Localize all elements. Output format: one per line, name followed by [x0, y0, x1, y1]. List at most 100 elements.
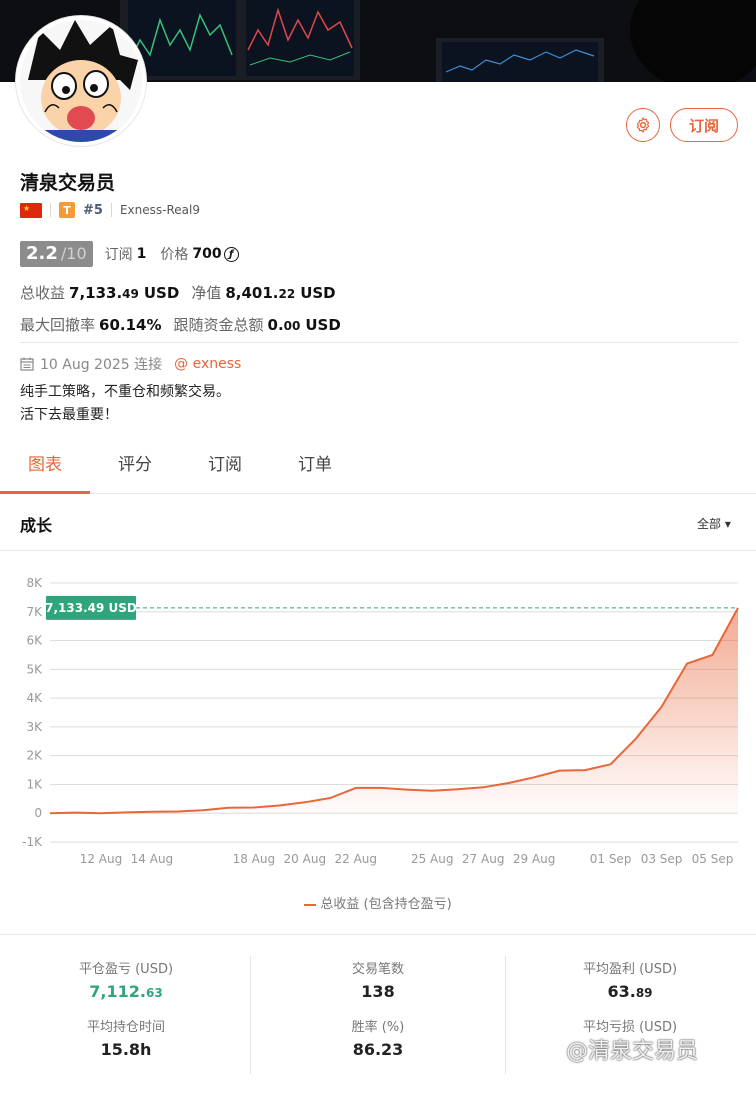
y-tick-label: -1K	[22, 835, 43, 849]
tab-subscription[interactable]: 订阅	[180, 444, 270, 493]
bio-line: 活下去最重要！	[20, 407, 118, 423]
tab-orders[interactable]: 订单	[270, 444, 360, 493]
legend-swatch	[304, 903, 317, 906]
chart-legend: 总收益 (包含持仓盈亏)	[0, 893, 756, 912]
stat-closed-pl: 平仓盈亏 (USD) 7,112.63	[0, 958, 252, 1001]
equity-label: 净值	[191, 284, 222, 302]
stat-label: 平仓盈亏 (USD)	[78, 962, 174, 977]
stat-value: 15.8h	[100, 1040, 152, 1059]
avatar[interactable]	[16, 16, 146, 146]
stat-value: 138	[361, 982, 395, 1001]
x-tick-label: 14 Aug	[131, 852, 174, 866]
profit-row: 总收益 7,133. 49 USD 净值 8,401. 22 USD	[20, 282, 336, 303]
tab-chart[interactable]: 图表	[0, 444, 90, 494]
current-value-label: 7,133.49 USD	[45, 601, 137, 615]
flag-star: ★	[23, 203, 31, 213]
bio-line: 纯手工策略，不重仓和频繁交易。	[20, 384, 230, 400]
gear-icon	[636, 117, 650, 133]
tag-divider	[110, 203, 112, 217]
y-tick-label: 2K	[26, 749, 43, 763]
x-tick-label: 27 Aug	[462, 852, 505, 866]
stat-int: 7,112.	[89, 982, 146, 1001]
price-value: 700	[192, 246, 222, 262]
total-profit-unit: USD	[143, 284, 180, 302]
score-max: /10	[60, 244, 87, 263]
total-profit-decimals: 49	[122, 287, 139, 301]
stat-trades: 交易笔数 138	[252, 958, 504, 1001]
stat-winrate: 胜率 (%) 86.23	[252, 1016, 504, 1059]
score-value: 2.2	[26, 243, 58, 264]
profile-divider	[20, 342, 738, 343]
connected-date: 10 Aug 2025 连接	[40, 357, 163, 373]
drawdown-label: 最大回撤率	[20, 316, 96, 334]
follow-funds-unit: USD	[305, 316, 341, 334]
y-tick-label: 0	[34, 806, 42, 820]
connected-since: 10 Aug 2025 连接 @ exness	[20, 354, 241, 374]
legend-label: 总收益 (包含持仓盈亏)	[320, 897, 452, 912]
range-dropdown[interactable]: 全部 ▾	[697, 515, 731, 532]
stat-label: 胜率 (%)	[351, 1020, 405, 1035]
x-tick-label: 01 Sep	[590, 852, 632, 866]
x-tick-label: 25 Aug	[411, 852, 454, 866]
stat-label: 交易笔数	[351, 962, 404, 977]
x-tick-label: 03 Sep	[641, 852, 683, 866]
settings-button[interactable]	[626, 108, 660, 142]
trader-name: 清泉交易员	[20, 172, 116, 194]
calendar-icon	[20, 357, 34, 371]
china-flag-icon: ★	[20, 202, 42, 218]
tag-divider	[50, 203, 51, 217]
avatar-image	[20, 20, 142, 142]
follow-funds-label: 跟随资金总额	[173, 316, 264, 334]
equity-value: 8,401.	[225, 284, 279, 302]
profile-tabs: 图表 评分 订阅 订单	[0, 444, 756, 494]
tab-rating[interactable]: 评分	[90, 444, 180, 493]
stat-int: 63.	[607, 982, 636, 1001]
growth-chart: 8K 7K 6K 5K 4K 3K 2K 1K 0 -1K 12 Aug 14 Aug 18 Aug 2…	[22, 576, 739, 866]
stat-avg-profit: 平均盈利 (USD) 63.89	[504, 958, 756, 1001]
stat-label: 平均持仓时间	[86, 1020, 165, 1035]
stat-value: 7,112.63	[0, 982, 252, 1001]
x-tick-label: 12 Aug	[80, 852, 123, 866]
watermark: @清泉交易员	[566, 1039, 699, 1064]
y-tick-label: 8K	[26, 576, 43, 590]
stat-label: 平均盈利 (USD)	[582, 962, 678, 977]
stat-dec: 89	[635, 986, 653, 1000]
section-divider	[0, 550, 756, 551]
subscribers-label: 订阅	[104, 247, 133, 263]
drawdown-row: 最大回撤率 60.14% 跟随资金总额 0. 00 USD	[20, 314, 341, 335]
y-tick-label: 5K	[26, 662, 43, 676]
subscribers-value: 1	[136, 246, 147, 262]
x-tick-label: 29 Aug	[513, 852, 556, 866]
y-tick-label: 6K	[26, 634, 43, 648]
rank-value: #5	[83, 202, 103, 218]
equity-unit: USD	[300, 284, 336, 302]
price-label: 价格	[160, 247, 189, 263]
follow-funds-value: 0.	[267, 316, 284, 334]
stat-value: 63.89	[504, 982, 756, 1001]
score-badge: 2.2 /10	[20, 241, 93, 267]
equity-decimals: 22	[278, 287, 296, 301]
broker-link[interactable]: @ exness	[174, 356, 241, 372]
follow-funds-decimals: 00	[283, 319, 301, 333]
drawdown-value: 60.14%	[99, 316, 162, 334]
tier-badge: T	[59, 202, 75, 218]
stat-value: 86.23	[352, 1040, 404, 1059]
score-row: 2.2 /10 订阅 1 价格 700 ƒ	[20, 241, 239, 267]
coin-icon: ƒ	[223, 246, 239, 262]
total-profit-value: 7,133.	[69, 284, 123, 302]
stat-dec: 63	[145, 986, 163, 1000]
stat-avg-hold: 平均持仓时间 15.8h	[0, 1016, 252, 1059]
growth-title: 成长	[20, 516, 53, 535]
x-tick-label: 20 Aug	[284, 852, 327, 866]
y-tick-label: 4K	[26, 691, 43, 705]
server-name: Exness-Real9	[119, 203, 200, 217]
total-profit-label: 总收益	[20, 284, 66, 302]
x-tick-label: 22 Aug	[335, 852, 378, 866]
y-tick-label: 3K	[26, 720, 43, 734]
subscribe-button[interactable]: 订阅	[670, 108, 738, 142]
x-tick-label: 18 Aug	[233, 852, 276, 866]
series-area	[50, 607, 738, 814]
trader-tags: ★ T #5 Exness-Real9	[20, 201, 200, 219]
trader-bio: 纯手工策略，不重仓和频繁交易。 活下去最重要！	[20, 381, 230, 427]
y-tick-label: 1K	[26, 777, 43, 791]
